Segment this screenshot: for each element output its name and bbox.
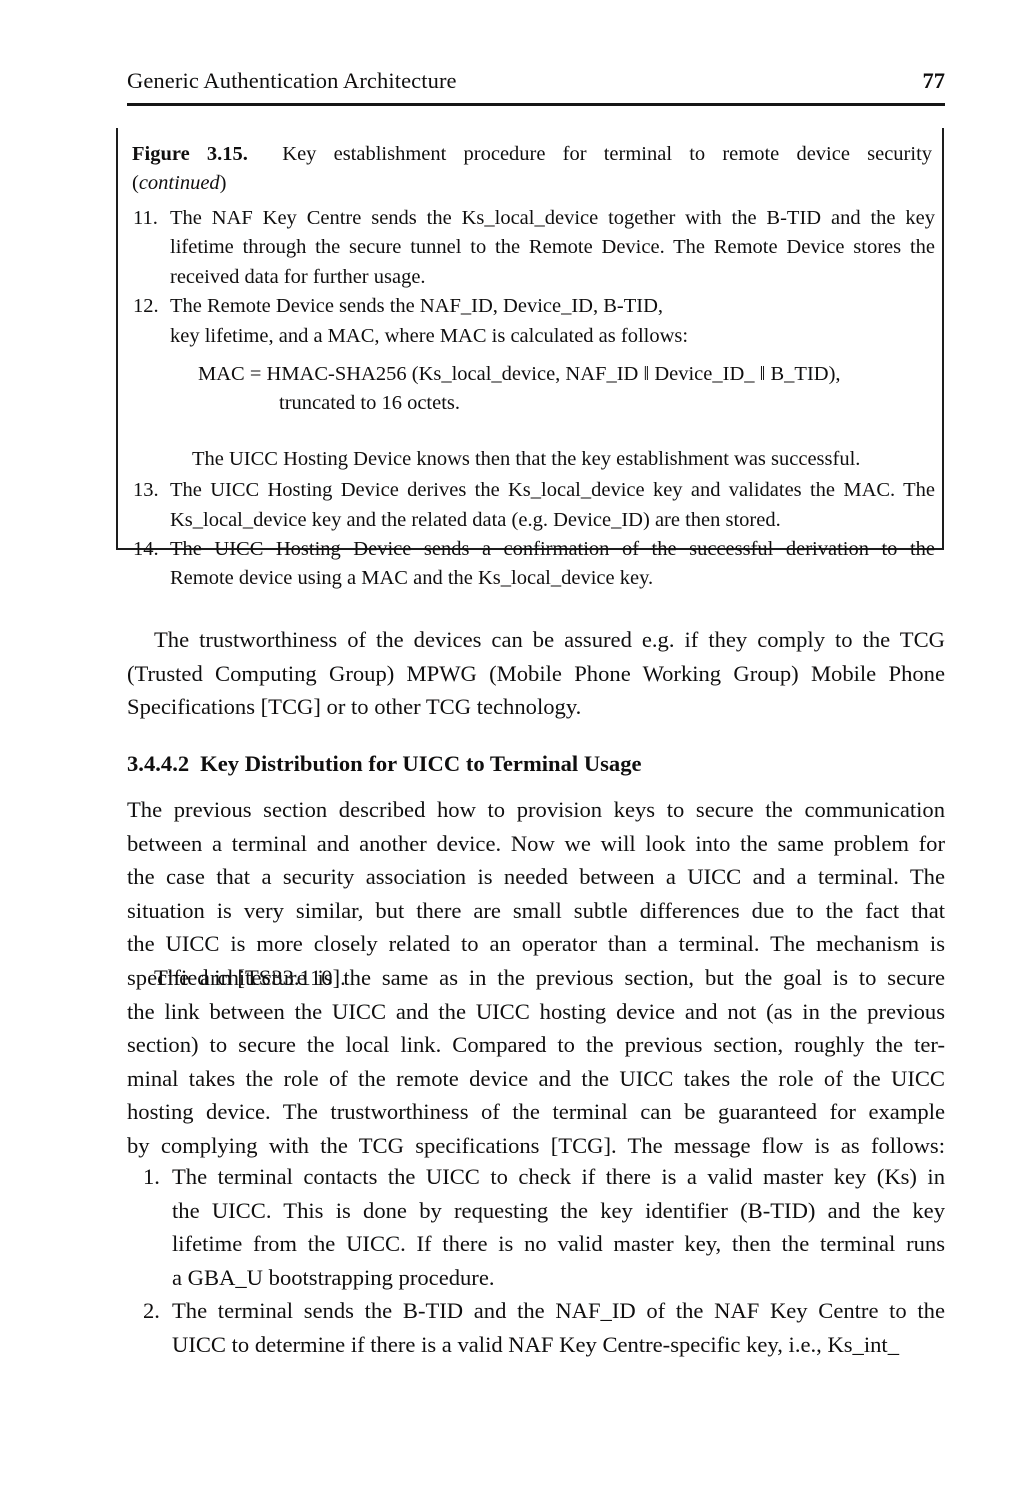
- paragraph-line: The trustworthiness of the devices can b…: [154, 627, 945, 652]
- figure-step-12: 12. The Remote Device sends the NAF_ID, …: [132, 292, 935, 351]
- message-flow-step-line: UICC to determine if there is a valid NA…: [172, 1331, 899, 1357]
- message-flow-step-number: 1.: [143, 1164, 160, 1189]
- paragraph-line: between a terminal and another device. N…: [127, 830, 945, 856]
- figure-step-line: The UICC Hosting Device derives the Ks_l…: [170, 479, 935, 502]
- mac-formula: MAC = HMAC-SHA256 (Ks_local_device, NAF_…: [132, 360, 935, 419]
- figure-step-number: 12.: [133, 295, 159, 318]
- figure-step-line: Remote device using a MAC and the Ks_loc…: [170, 567, 654, 590]
- message-flow-step-line: The terminal contacts the UICC to check …: [172, 1164, 945, 1189]
- figure-step-13: 13. The UICC Hosting Device derives the …: [132, 476, 935, 535]
- figure-step-line: The NAF Key Centre sends the Ks_local_de…: [170, 207, 935, 229]
- running-head: Generic Authentication Architecture 77: [127, 68, 945, 94]
- figure-note: The UICC Hosting Device knows then that …: [192, 447, 861, 470]
- message-flow-step-line: a GBA_U bootstrapping procedure.: [172, 1264, 495, 1290]
- message-flow-step-2: 2. The terminal sends the B-TID and the …: [127, 1294, 945, 1361]
- paragraph-line: the UICC is more closely related to an o…: [127, 931, 945, 957]
- figure-label: Figure 3.15.: [132, 143, 248, 165]
- figure-step-line: Ks_local_device key and the related data…: [170, 508, 781, 531]
- paragraph-line: the link between the UICC and the UICC h…: [127, 998, 945, 1024]
- paragraph-line: section) to secure the local link. Compa…: [127, 1032, 945, 1058]
- message-flow-step-line: The terminal sends the B-TID and the NAF…: [172, 1298, 945, 1324]
- figure-step-line: key lifetime, and a MAC, where MAC is ca…: [170, 324, 689, 347]
- message-flow-list: 1. The terminal contacts the UICC to che…: [127, 1160, 945, 1362]
- figure-step-line: received data for further usage.: [170, 265, 426, 288]
- paragraph-line: situation is very similar, but there are…: [127, 897, 945, 923]
- figure-step-line: lifetime through the secure tunnel to th…: [170, 236, 935, 259]
- message-flow-step-line: lifetime from the UICC. If there is no v…: [172, 1231, 945, 1257]
- figure-step-number: 11.: [133, 207, 158, 229]
- mac-formula-line-1: MAC = HMAC-SHA256 (Ks_local_device, NAF_…: [198, 363, 841, 386]
- header-rule: [127, 103, 945, 106]
- figure-step-number: 14.: [133, 538, 159, 561]
- mac-formula-line-2: truncated to 16 octets.: [279, 392, 461, 415]
- figure-caption: Figure 3.15. Key establishment procedure…: [132, 140, 932, 198]
- paragraph-architecture: The architecture is the same as in the p…: [127, 961, 945, 1163]
- figure-caption-continued: (continued): [132, 172, 227, 194]
- section-heading: 3.4.4.2 Key Distribution for UICC to Term…: [127, 749, 945, 779]
- message-flow-step-line: the UICC. This is done by requesting the…: [172, 1197, 945, 1223]
- message-flow-step-number: 2.: [143, 1298, 160, 1324]
- figure-step-11: 11. The NAF Key Centre sends the Ks_loca…: [132, 204, 935, 292]
- figure-step-line: The Remote Device sends the NAF_ID, Devi…: [170, 295, 664, 318]
- document-page: Generic Authentication Architecture 77 F…: [0, 0, 1032, 1500]
- paragraph-line: Specifications [TCG] or to other TCG tec…: [127, 694, 582, 720]
- paragraph-line: the case that a security association is …: [127, 864, 945, 890]
- paragraph-trustworthiness: The trustworthiness of the devices can b…: [127, 623, 945, 724]
- figure-step-line: The UICC Hosting Device sends a confirma…: [170, 538, 935, 561]
- paragraph-line: The previous section described how to pr…: [127, 797, 945, 822]
- paragraph-line: by complying with the TCG specifications…: [127, 1132, 945, 1158]
- section-number: 3.4.4.2: [127, 751, 190, 776]
- figure-step-number: 13.: [133, 479, 159, 502]
- figure-caption-line-1: Figure 3.15. Key establishment procedure…: [132, 140, 932, 169]
- paragraph-line: hosting device. The trustworthiness of t…: [127, 1099, 945, 1125]
- section-title: Key Distribution for UICC to Terminal Us…: [200, 751, 642, 776]
- page-number: 77: [922, 68, 946, 93]
- figure-caption-text: Key establishment procedure for terminal…: [282, 143, 933, 165]
- message-flow-step-1: 1. The terminal contacts the UICC to che…: [127, 1160, 945, 1294]
- figure-steps-list: 11. The NAF Key Centre sends the Ks_loca…: [132, 204, 935, 594]
- running-head-title: Generic Authentication Architecture: [127, 68, 457, 93]
- paragraph-line: The architecture is the same as in the p…: [154, 965, 945, 990]
- paragraph-line: (Trusted Computing Group) MPWG (Mobile P…: [127, 660, 945, 686]
- figure-caption-box: Figure 3.15. Key establishment procedure…: [116, 128, 944, 589]
- figure-step-14: 14. The UICC Hosting Device sends a conf…: [132, 535, 935, 594]
- paragraph-line: minal takes the role of the remote devic…: [127, 1065, 945, 1091]
